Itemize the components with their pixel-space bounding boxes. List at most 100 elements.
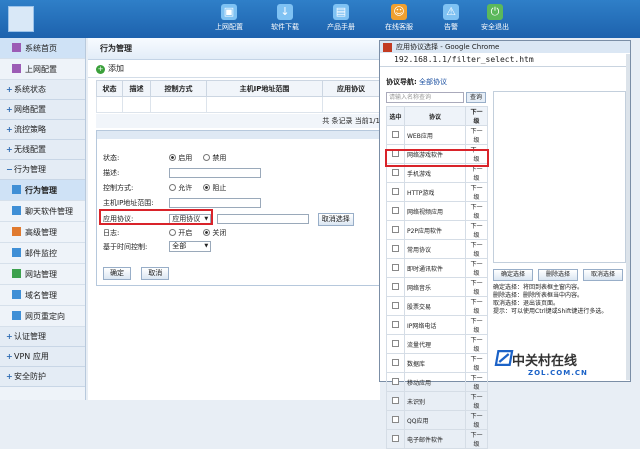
next-level-link[interactable]: 下一级 [465, 239, 488, 259]
select-cell [386, 334, 405, 354]
select-checkbox[interactable] [392, 301, 399, 309]
query-button[interactable]: 查询 [466, 92, 486, 103]
list-item[interactable]: WEB应用 下一级 [386, 125, 488, 145]
next-level-link[interactable]: 下一级 [465, 182, 488, 202]
list-item[interactable]: 数据库 下一级 [386, 353, 488, 373]
sidebar-item-home[interactable]: 系统首页 [0, 38, 85, 59]
cancel-select-button[interactable]: 取消选择 [317, 213, 354, 226]
ok-button[interactable]: 确定 [103, 267, 131, 280]
cancel-select-button[interactable]: 取消选择 [583, 269, 623, 281]
select-checkbox[interactable] [392, 377, 399, 385]
add-rule-button[interactable]: + 添加 [88, 60, 380, 78]
next-level-link[interactable]: 下一级 [465, 410, 488, 430]
next-level-link[interactable]: 下一级 [465, 391, 488, 411]
next-level-link[interactable]: 下一级 [465, 429, 488, 449]
desc-input[interactable] [169, 168, 262, 178]
page-title: 行为管理 [88, 38, 380, 60]
sidebar-section-behavior[interactable]: 行为管理 [0, 160, 85, 180]
protocol-name: QQ应用 [404, 410, 466, 430]
window-titlebar: 应用协议选择 - Google Chrome [380, 41, 630, 53]
list-item[interactable]: 股票交易 下一级 [386, 296, 488, 316]
next-level-link[interactable]: 下一级 [465, 125, 488, 145]
next-level-link[interactable]: 下一级 [465, 353, 488, 373]
delete-select-button[interactable]: 删除选择 [538, 269, 578, 281]
select-checkbox[interactable] [392, 244, 399, 252]
list-item[interactable]: 网络音乐 下一级 [386, 277, 488, 297]
log-on-radio[interactable] [169, 229, 177, 236]
select-checkbox[interactable] [392, 168, 399, 176]
select-checkbox[interactable] [392, 263, 399, 271]
select-checkbox[interactable] [392, 206, 399, 214]
nav-label: 告警 [444, 23, 458, 31]
select-checkbox[interactable] [392, 187, 399, 195]
sidebar-section-wireless[interactable]: 无线配置 [0, 140, 85, 160]
select-checkbox[interactable] [392, 320, 399, 328]
sidebar-item-redirect[interactable]: 网页重定向 [0, 306, 85, 327]
nav-software-download[interactable]: ↓ 软件下载 [258, 4, 312, 32]
list-item[interactable]: HTTP游戏 下一级 [386, 182, 488, 202]
select-checkbox[interactable] [392, 130, 399, 138]
list-item[interactable]: 网络视频应用 下一级 [386, 201, 488, 221]
sidebar-section-security[interactable]: 安全防护 [0, 367, 85, 387]
scrollbar[interactable] [626, 54, 630, 380]
select-checkbox[interactable] [392, 396, 399, 404]
log-off-radio[interactable] [203, 229, 211, 236]
next-level-link[interactable]: 下一级 [465, 372, 488, 392]
list-item[interactable]: IP网络电话 下一级 [386, 315, 488, 335]
confirm-select-button[interactable]: 确定选择 [493, 269, 533, 281]
list-item[interactable]: P2P应用软件 下一级 [386, 220, 488, 240]
control-allow-radio[interactable] [169, 184, 177, 191]
list-item[interactable]: 即时通讯软件 下一级 [386, 258, 488, 278]
sidebar-section-system-status[interactable]: 系统状态 [0, 80, 85, 100]
rule-form: 状态: 启用 禁用 描述: 控制方式: 允许 阻止 主机IP地址范围: 应用协议… [96, 130, 380, 286]
all-protocols-link[interactable]: 全部协议 [419, 78, 447, 86]
nav-logout[interactable]: ⏻ 安全退出 [468, 4, 522, 32]
list-item[interactable]: QQ应用 下一级 [386, 410, 488, 430]
next-level-link[interactable]: 下一级 [465, 201, 488, 221]
status-enable-radio[interactable] [169, 154, 177, 161]
list-item[interactable]: 移动应用 下一级 [386, 372, 488, 392]
nav-online-support[interactable]: ☺ 在线客服 [372, 4, 426, 32]
list-item[interactable]: 流量代理 下一级 [386, 334, 488, 354]
protocol-search-input[interactable]: 请输入名称查询 [386, 92, 464, 103]
nav-product-manual[interactable]: ▤ 产品手册 [314, 4, 368, 32]
ip-range-input[interactable] [169, 198, 262, 208]
select-checkbox[interactable] [392, 415, 399, 423]
select-checkbox[interactable] [392, 434, 399, 442]
address-bar[interactable]: 192.168.1.1/filter_select.htm [380, 53, 630, 67]
sidebar-section-network[interactable]: 网络配置 [0, 100, 85, 120]
select-checkbox[interactable] [392, 282, 399, 290]
list-item[interactable]: 电子邮件软件 下一级 [386, 429, 488, 449]
sidebar-item-behavior[interactable]: 行为管理 [0, 180, 85, 201]
sidebar-item-chat[interactable]: 聊天软件管理 [0, 201, 85, 222]
time-select[interactable]: 全部 [169, 241, 212, 252]
sidebar-item-website[interactable]: 网站管理 [0, 264, 85, 285]
sidebar-section-auth[interactable]: 认证管理 [0, 327, 85, 347]
selected-protocols-box[interactable] [493, 91, 626, 263]
protocol-input[interactable] [217, 214, 310, 224]
main-content: 行为管理 + 添加 状态 描述 控制方式 主机IP地址范围 应用协议 共 条记录 … [88, 38, 380, 400]
select-checkbox[interactable] [392, 339, 399, 347]
next-level-link[interactable]: 下一级 [465, 315, 488, 335]
sidebar-section-vpn[interactable]: VPN 应用 [0, 347, 85, 367]
list-item[interactable]: 常用协议 下一级 [386, 239, 488, 259]
sidebar-item-online-config[interactable]: 上网配置 [0, 59, 85, 80]
sidebar-item-label: 网站管理 [25, 270, 57, 279]
cancel-button[interactable]: 取消 [141, 267, 170, 280]
next-level-link[interactable]: 下一级 [465, 258, 488, 278]
sidebar-item-mail[interactable]: 邮件监控 [0, 243, 85, 264]
control-block-radio[interactable] [203, 184, 211, 191]
select-checkbox[interactable] [392, 225, 399, 233]
next-level-link[interactable]: 下一级 [465, 277, 488, 297]
column-header: 协议 [404, 106, 466, 126]
select-checkbox[interactable] [392, 358, 399, 366]
list-item[interactable]: 未识别 下一级 [386, 391, 488, 411]
sidebar-section-flow-control[interactable]: 流控策略 [0, 120, 85, 140]
next-level-link[interactable]: 下一级 [465, 334, 488, 354]
next-level-link[interactable]: 下一级 [465, 296, 488, 316]
nav-online-config[interactable]: ▣ 上网配置 [202, 4, 256, 32]
sidebar-item-advanced[interactable]: 高级管理 [0, 222, 85, 243]
status-disable-radio[interactable] [203, 154, 211, 161]
sidebar-item-domain[interactable]: 域名管理 [0, 285, 85, 306]
next-level-link[interactable]: 下一级 [465, 220, 488, 240]
